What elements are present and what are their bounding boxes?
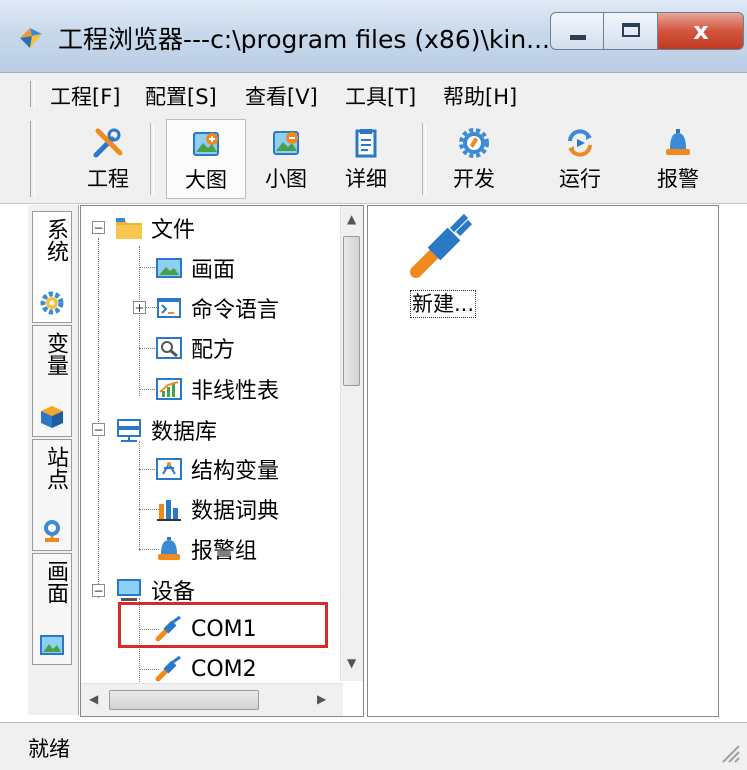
tree-item-recipe[interactable]: 配方 (155, 329, 235, 367)
com1-highlight-box (118, 602, 328, 648)
struct-icon (156, 458, 182, 480)
new-device-cable-icon[interactable] (410, 208, 476, 280)
minimize-button[interactable] (550, 12, 604, 50)
side-tab-variable-label: 变量 (43, 332, 68, 376)
toolbar-small-icons-button[interactable]: 小图 (246, 119, 326, 199)
maximize-button[interactable] (604, 12, 658, 50)
expander-database[interactable]: − (92, 423, 105, 436)
develop-gear-icon (459, 128, 489, 158)
project-browser-window: 工程浏览器---c:\program files (x86)\kin... x … (0, 0, 747, 770)
cube-icon (41, 406, 63, 428)
toolbar-develop-button[interactable]: 开发 (434, 119, 514, 199)
tree-vertical-scrollbar[interactable]: ▲ ▼ (340, 206, 363, 681)
resize-grip-icon[interactable] (717, 740, 741, 764)
recipe-icon (156, 337, 182, 359)
toolbar-develop-label: 开发 (453, 167, 495, 191)
run-icon (568, 129, 592, 157)
tree-item-screen[interactable]: 画面 (155, 249, 235, 287)
dictionary-icon (157, 500, 181, 521)
toolbar-large-icons-label: 大图 (185, 168, 227, 192)
toolbar-small-icons-label: 小图 (265, 167, 307, 191)
toolbar-separator (150, 123, 154, 195)
toolbar-details-button[interactable]: 详细 (326, 119, 406, 199)
toolbar-details-label: 详细 (345, 167, 387, 191)
chart-icon (156, 378, 182, 400)
toolbar: 工程 大图 小图 详细 开发 运行 报警 (0, 115, 747, 204)
expander-command[interactable]: + (133, 301, 146, 314)
side-tab-screen[interactable]: 画面 (32, 553, 72, 665)
gear-icon (40, 291, 64, 315)
side-tab-variable[interactable]: 变量 (32, 325, 72, 437)
tree-item-command-language[interactable]: 命令语言 (155, 289, 279, 327)
caption-buttons: x (550, 12, 744, 50)
scroll-down-arrow-icon[interactable]: ▼ (347, 656, 356, 670)
toolbar-grip[interactable] (30, 121, 35, 197)
tree-item-file[interactable]: 文件 (115, 209, 195, 247)
alarm-bell-icon (158, 537, 180, 560)
toolbar-large-icons-button[interactable]: 大图 (166, 119, 246, 199)
window-title: 工程浏览器---c:\program files (x86)\kin... (58, 25, 551, 54)
toolbar-run-button[interactable]: 运行 (540, 119, 620, 199)
tree-horizontal-scroll-thumb[interactable] (109, 690, 259, 710)
status-text: 就绪 (28, 737, 70, 761)
picture-icon (40, 635, 64, 655)
side-tab-station-label: 站点 (43, 446, 68, 490)
scroll-left-arrow-icon[interactable]: ◀ (89, 692, 98, 706)
tree-connector (139, 246, 140, 396)
expander-file[interactable]: − (92, 221, 105, 234)
close-icon: x (693, 17, 709, 45)
side-tab-screen-label: 画面 (43, 560, 68, 604)
scroll-up-arrow-icon[interactable]: ▲ (347, 212, 356, 226)
menu-bar: 工程[F] 配置[S] 查看[V] 工具[T] 帮助[H] (0, 73, 747, 116)
tree-vertical-scroll-thumb[interactable] (343, 236, 360, 386)
tree-horizontal-scrollbar[interactable]: ◀ ▶ (81, 683, 343, 716)
title-bar[interactable]: 工程浏览器---c:\program files (x86)\kin... x (0, 0, 747, 73)
menu-tools[interactable]: 工具[T] (345, 81, 416, 111)
scroll-right-arrow-icon[interactable]: ▶ (317, 692, 326, 706)
expander-device[interactable]: − (92, 584, 105, 597)
toolbar-project-label: 工程 (87, 167, 129, 191)
content-pane[interactable] (367, 205, 719, 717)
tree-connector (98, 238, 99, 598)
database-icon (117, 419, 141, 442)
small-icons-icon (273, 131, 299, 155)
tree-item-nonlinear-table[interactable]: 非线性表 (155, 370, 279, 408)
wrench-screwdriver-icon (93, 128, 123, 158)
large-icons-icon (193, 132, 219, 156)
folder-icon (116, 218, 142, 239)
monitor-icon (117, 579, 141, 601)
toolbar-alarm-button[interactable]: 报警 (638, 119, 718, 199)
tree-item-alarm-group[interactable]: 报警组 (155, 530, 257, 568)
command-prompt-icon (157, 298, 181, 318)
station-icon (44, 520, 60, 542)
menu-grip[interactable] (30, 81, 35, 107)
details-icon (355, 129, 377, 158)
new-device-label[interactable]: 新建... (410, 290, 477, 318)
side-tab-station[interactable]: 站点 (32, 439, 72, 551)
app-logo-icon (20, 28, 42, 48)
status-bar: 就绪 (0, 722, 747, 770)
tree-item-database[interactable]: 数据库 (115, 411, 217, 449)
menu-config[interactable]: 配置[S] (145, 81, 217, 111)
menu-help[interactable]: 帮助[H] (443, 81, 517, 111)
toolbar-project-button[interactable]: 工程 (68, 119, 148, 199)
serial-cable-icon (155, 656, 181, 682)
toolbar-alarm-label: 报警 (657, 167, 699, 191)
side-tab-system-label: 系统 (43, 218, 68, 262)
menu-project[interactable]: 工程[F] (50, 81, 120, 111)
alarm-bell-icon (666, 129, 690, 155)
toolbar-separator (422, 123, 426, 195)
menu-view[interactable]: 查看[V] (245, 81, 318, 111)
tree-item-data-dictionary[interactable]: 数据词典 (155, 490, 279, 528)
minimize-icon (570, 35, 586, 40)
tree-connector (139, 441, 140, 551)
maximize-icon (622, 23, 640, 37)
side-tab-strip: 系统 变量 站点 画面 (28, 205, 79, 715)
side-tab-system[interactable]: 系统 (32, 211, 72, 323)
tree-item-struct-variable[interactable]: 结构变量 (155, 450, 279, 488)
screen-icon (156, 258, 182, 278)
close-button[interactable]: x (658, 12, 744, 50)
toolbar-run-label: 运行 (559, 167, 601, 191)
